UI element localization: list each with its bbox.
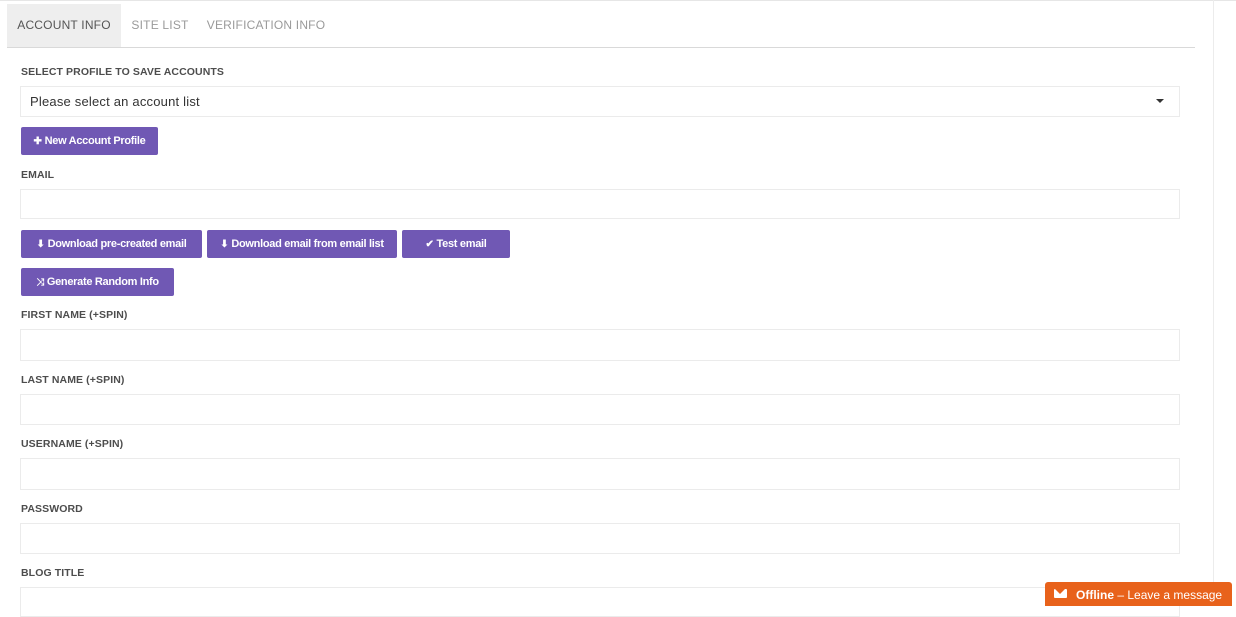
username-field[interactable]	[20, 458, 1180, 490]
profile-label: SELECT PROFILE TO SAVE ACCOUNTS	[21, 66, 225, 78]
test-email-label: Test email	[436, 238, 487, 250]
password-label: PASSWORD	[21, 503, 83, 515]
new-account-profile-label: New Account Profile	[44, 135, 146, 147]
username-label: USERNAME (+SPIN)	[21, 438, 124, 450]
shuffle-icon: ⤨	[36, 277, 44, 288]
new-account-profile-button[interactable]: ✚ New Account Profile	[21, 127, 158, 155]
password-field[interactable]	[20, 523, 1180, 554]
tab-verification-info[interactable]: VERIFICATION INFO	[199, 4, 333, 47]
chat-message: Leave a message	[1127, 588, 1223, 602]
email-label: EMAIL	[21, 169, 55, 181]
chat-status: Offline	[1076, 588, 1114, 602]
tab-account-info[interactable]: ACCOUNT INFO	[7, 4, 121, 47]
download-precreated-email-label: Download pre-created email	[47, 238, 187, 250]
download-icon: ⬇	[36, 239, 45, 250]
tab-site-list[interactable]: SITE LIST	[121, 4, 199, 47]
generate-random-info-button[interactable]: ⤨ Generate Random Info	[21, 268, 174, 296]
download-precreated-email-button[interactable]: ⬇ Download pre-created email	[21, 230, 202, 258]
plus-icon: ✚	[33, 136, 42, 147]
tab-bar: ACCOUNT INFO SITE LIST VERIFICATION INFO	[7, 4, 1195, 48]
generate-random-info-label: Generate Random Info	[46, 276, 159, 288]
download-email-from-list-label: Download email from email list	[231, 238, 384, 250]
offline-chat-widget[interactable]: Offline – Leave a message	[1045, 582, 1232, 606]
profile-select[interactable]: Please select an account list	[20, 86, 1180, 117]
email-field[interactable]	[20, 189, 1180, 219]
last-name-label: LAST NAME (+SPIN)	[21, 374, 125, 386]
right-border	[1213, 0, 1214, 606]
last-name-field[interactable]	[20, 394, 1180, 425]
chat-widget-text: Offline – Leave a message	[1076, 582, 1222, 608]
check-icon: ✔	[425, 239, 434, 250]
profile-select-value: Please select an account list	[30, 94, 200, 109]
envelope-icon	[1054, 589, 1067, 598]
download-icon: ⬇	[220, 239, 229, 250]
chevron-down-icon	[1156, 99, 1164, 103]
test-email-button[interactable]: ✔ Test email	[402, 230, 510, 258]
blog-title-field[interactable]	[20, 587, 1180, 617]
top-border	[0, 0, 1236, 1]
blog-title-label: BLOG TITLE	[21, 567, 85, 579]
download-email-from-list-button[interactable]: ⬇ Download email from email list	[207, 230, 397, 258]
first-name-field[interactable]	[20, 329, 1180, 361]
first-name-label: FIRST NAME (+SPIN)	[21, 309, 128, 321]
chat-separator: –	[1117, 588, 1125, 602]
